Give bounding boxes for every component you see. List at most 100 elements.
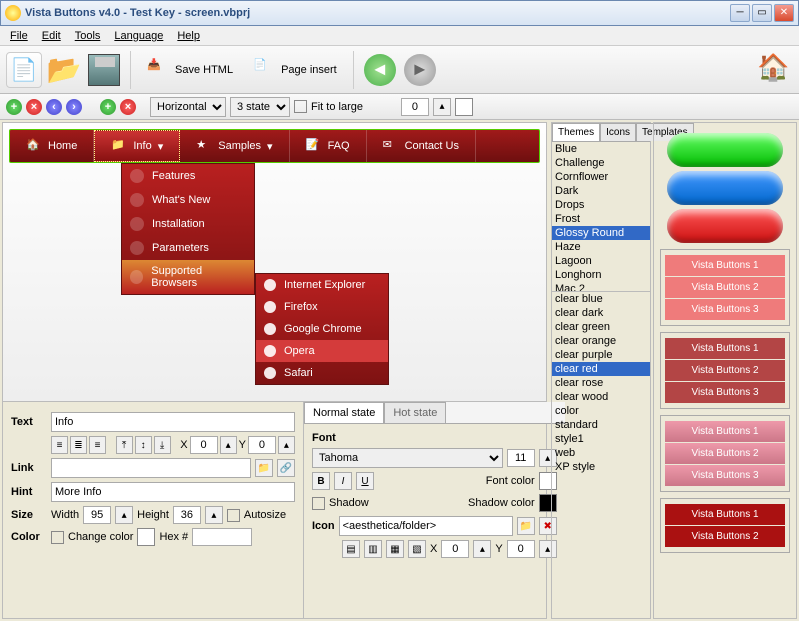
valign-top-button[interactable]: ⤒ [116,436,133,454]
new-file-icon[interactable]: 📄 [6,52,42,88]
ix-spin[interactable]: ▴ [473,540,491,558]
style-item[interactable]: web [552,446,650,460]
delete-button[interactable]: × [26,99,42,115]
height-input[interactable] [173,506,201,524]
delete-sub-button[interactable]: × [120,99,136,115]
maximize-button[interactable]: ▭ [752,4,772,22]
x-spin[interactable]: ▴ [220,436,237,454]
menu-language[interactable]: Language [108,28,169,43]
icon-pos-4[interactable]: ▧ [408,540,426,558]
theme-item[interactable]: Haze [552,240,650,254]
variant-button[interactable]: Vista Buttons 2 [665,443,785,464]
menu-edit[interactable]: Edit [36,28,67,43]
demo-nav-home[interactable]: 🏠Home [10,130,94,162]
style-item[interactable]: style1 [552,432,650,446]
variant-button[interactable]: Vista Buttons 2 [665,526,785,547]
sub2-safari[interactable]: Safari [256,362,388,384]
state-combo[interactable]: 3 state [230,97,290,117]
preview-pill-red[interactable] [667,209,783,243]
home-icon[interactable]: 🏠 [757,52,793,88]
tab-themes[interactable]: Themes [552,123,600,141]
icon-browse-button[interactable]: 📁 [517,517,535,535]
menu-help[interactable]: Help [171,28,206,43]
theme-item[interactable]: Blue [552,142,650,156]
variant-button[interactable]: Vista Buttons 3 [665,299,785,320]
style-item[interactable]: clear green [552,320,650,334]
theme-item[interactable]: Lagoon [552,254,650,268]
theme-item[interactable]: Frost [552,212,650,226]
theme-item[interactable]: Cornflower [552,170,650,184]
sub1-features[interactable]: Features [122,164,254,188]
variant-button[interactable]: Vista Buttons 3 [665,382,785,403]
color-swatch[interactable] [137,528,155,546]
preview-pill-blue[interactable] [667,171,783,205]
style-item[interactable]: clear purple [552,348,650,362]
add-sub-button[interactable]: + [100,99,116,115]
variant-button[interactable]: Vista Buttons 1 [665,338,785,359]
link-input[interactable] [51,458,251,478]
theme-item[interactable]: Dark [552,184,650,198]
hex-input[interactable] [192,528,252,546]
style-item[interactable]: clear wood [552,390,650,404]
add-button[interactable]: + [6,99,22,115]
style-list[interactable]: clear blueclear darkclear greenclear ora… [552,292,650,618]
style-item[interactable]: color [552,404,650,418]
style-item[interactable]: clear dark [552,306,650,320]
align-center-button[interactable]: ≣ [70,436,87,454]
underline-button[interactable]: U [356,472,374,490]
sub1-parameters[interactable]: Parameters [122,236,254,260]
fit-checkbox[interactable] [294,100,307,113]
bg-color-swatch[interactable] [455,98,473,116]
icon-path-input[interactable] [339,516,513,536]
close-button[interactable]: ✕ [774,4,794,22]
hint-input[interactable] [51,482,295,502]
valign-bot-button[interactable]: ⤓ [154,436,171,454]
move-left-button[interactable]: ‹ [46,99,62,115]
link-chain-button[interactable]: 🔗 [277,459,295,477]
preview-pill-green[interactable] [667,133,783,167]
align-left-button[interactable]: ≡ [51,436,68,454]
minimize-button[interactable]: ─ [730,4,750,22]
text-input[interactable] [51,412,295,432]
variant-button[interactable]: Vista Buttons 3 [665,465,785,486]
demo-nav-samples[interactable]: ★Samples▾ [180,130,289,162]
style-item[interactable]: standard [552,418,650,432]
autosize-checkbox[interactable] [227,509,240,522]
sub2-chrome[interactable]: Google Chrome [256,318,388,340]
style-item[interactable]: clear rose [552,376,650,390]
sub2-ie[interactable]: Internet Explorer [256,274,388,296]
style-item[interactable]: clear orange [552,334,650,348]
theme-item[interactable]: Mac 2 [552,282,650,292]
menu-tools[interactable]: Tools [69,28,107,43]
y-input[interactable] [248,436,276,454]
variant-button[interactable]: Vista Buttons 1 [665,504,785,525]
valign-mid-button[interactable]: ↕ [135,436,152,454]
num-spin[interactable]: ▴ [433,98,451,116]
theme-item[interactable]: Longhorn [552,268,650,282]
icon-pos-1[interactable]: ▤ [342,540,360,558]
variant-button[interactable]: Vista Buttons 1 [665,255,785,276]
sub2-opera[interactable]: Opera [256,340,388,362]
italic-button[interactable]: I [334,472,352,490]
variant-button[interactable]: Vista Buttons 2 [665,277,785,298]
sub2-firefox[interactable]: Firefox [256,296,388,318]
icon-pos-3[interactable]: ▦ [386,540,404,558]
nav-forward-button[interactable]: ► [404,54,436,86]
style-item[interactable]: XP style [552,460,650,474]
theme-list[interactable]: BlueChallengeCornflowerDarkDropsFrostGlo… [552,142,650,292]
icon-y-input[interactable] [507,540,535,558]
tab-hot-state[interactable]: Hot state [384,402,446,423]
sub1-browsers[interactable]: Supported Browsers [122,260,254,294]
variant-button[interactable]: Vista Buttons 2 [665,360,785,381]
sub1-installation[interactable]: Installation [122,212,254,236]
icon-x-input[interactable] [441,540,469,558]
layout-combo[interactable]: Horizontal [150,97,226,117]
icon-pos-2[interactable]: ▥ [364,540,382,558]
shadow-checkbox[interactable] [312,497,325,510]
move-right-button[interactable]: › [66,99,82,115]
tab-icons[interactable]: Icons [600,123,636,141]
link-browse-button[interactable]: 📁 [255,459,273,477]
y-spin[interactable]: ▴ [278,436,295,454]
tab-normal-state[interactable]: Normal state [304,402,384,423]
style-item[interactable]: clear blue [552,292,650,306]
